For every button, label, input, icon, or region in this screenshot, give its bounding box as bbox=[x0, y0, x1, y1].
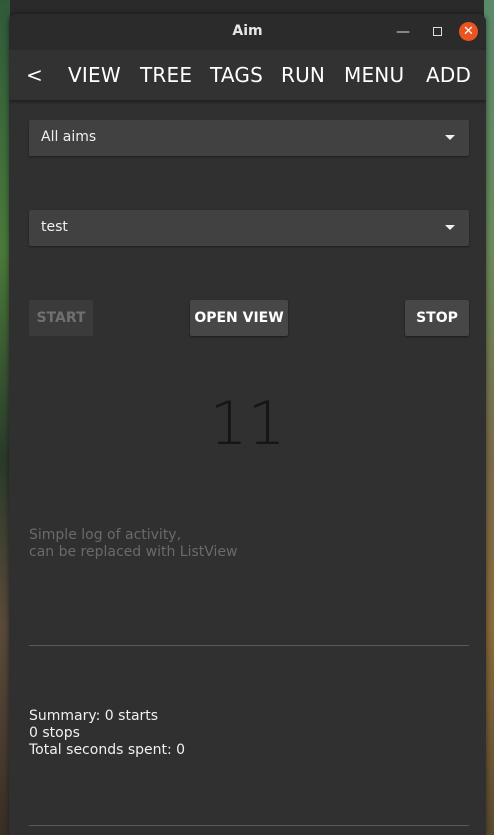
window-title: Aim bbox=[232, 23, 263, 39]
menu-bar: < VIEW TREE TAGS RUN MENU ADD bbox=[9, 50, 486, 100]
divider bbox=[29, 825, 469, 826]
summary-starts: Summary: 0 starts bbox=[29, 708, 159, 724]
chevron-down-icon bbox=[445, 225, 455, 230]
minimize-icon[interactable]: — bbox=[393, 22, 413, 42]
start-button[interactable]: START bbox=[29, 300, 93, 336]
divider bbox=[29, 645, 469, 646]
menu-tags[interactable]: TAGS bbox=[210, 63, 263, 87]
menu-add[interactable]: ADD bbox=[426, 63, 471, 87]
open-view-button[interactable]: OPEN VIEW bbox=[190, 300, 288, 336]
menu-run[interactable]: RUN bbox=[281, 63, 325, 87]
log-line: can be replaced with ListView bbox=[29, 544, 238, 560]
summary-text: Summary: 0 starts 0 stops Total seconds … bbox=[29, 708, 185, 759]
title-bar[interactable]: Aim — ✕ bbox=[9, 14, 486, 50]
menu-tree[interactable]: TREE bbox=[140, 63, 192, 87]
aim-dropdown[interactable]: All aims bbox=[29, 120, 469, 156]
task-dropdown-value: test bbox=[41, 219, 68, 235]
maximize-icon[interactable] bbox=[427, 22, 447, 42]
menu-menu[interactable]: MENU bbox=[344, 63, 404, 87]
activity-log: Simple log of activity, can be replaced … bbox=[29, 527, 237, 561]
stop-button[interactable]: STOP bbox=[405, 300, 469, 336]
log-line: Simple log of activity, bbox=[29, 527, 182, 543]
task-dropdown[interactable]: test bbox=[29, 210, 469, 246]
menu-view[interactable]: VIEW bbox=[68, 63, 121, 87]
summary-seconds: Total seconds spent: 0 bbox=[29, 742, 186, 758]
chevron-down-icon bbox=[445, 135, 455, 140]
back-button[interactable]: < bbox=[26, 63, 43, 87]
close-icon[interactable]: ✕ bbox=[459, 22, 478, 41]
app-window: Aim — ✕ < VIEW TREE TAGS RUN MENU ADD Al… bbox=[9, 14, 486, 835]
counter-display: 11 bbox=[209, 389, 286, 459]
aim-dropdown-value: All aims bbox=[41, 129, 97, 145]
summary-stops: 0 stops bbox=[29, 725, 80, 741]
